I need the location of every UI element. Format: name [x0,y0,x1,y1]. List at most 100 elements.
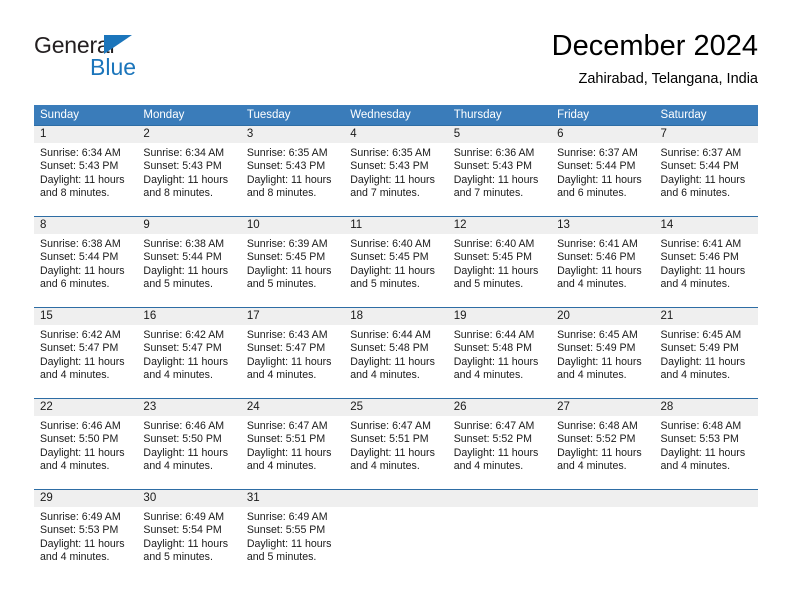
daylight-text-line2: and 6 minutes. [557,187,627,200]
day-cell[interactable]: 14 Sunrise: 6:41 AM Sunset: 5:46 PM Dayl… [654,216,758,308]
daylight-text-line1: Daylight: 11 hours [350,446,435,459]
day-cell[interactable]: 20 Sunrise: 6:45 AM Sunset: 5:49 PM Dayl… [551,307,655,399]
day-details: Sunrise: 6:47 AM Sunset: 5:52 PM Dayligh… [448,416,551,474]
calendar-grid: Sunday Monday Tuesday Wednesday Thursday… [34,105,758,580]
daylight-text-line2: and 4 minutes. [660,369,731,382]
sunrise-text: Sunrise: 6:34 AM [40,147,121,159]
day-number: 13 [551,217,655,234]
day-details: Sunrise: 6:37 AM Sunset: 5:44 PM Dayligh… [551,143,654,201]
day-cell[interactable]: 26 Sunrise: 6:47 AM Sunset: 5:52 PM Dayl… [447,398,552,490]
day-number: 24 [240,399,345,416]
day-details: Sunrise: 6:44 AM Sunset: 5:48 PM Dayligh… [344,325,447,383]
day-details: Sunrise: 6:43 AM Sunset: 5:47 PM Dayligh… [241,325,344,383]
daylight-text-line1: Daylight: 11 hours [660,355,746,368]
day-cell[interactable]: 5 Sunrise: 6:36 AM Sunset: 5:43 PM Dayli… [447,125,552,217]
day-cell[interactable]: 10 Sunrise: 6:39 AM Sunset: 5:45 PM Dayl… [240,216,345,308]
page-title: December 2024 [551,30,758,62]
sunrise-text: Sunrise: 6:47 AM [453,420,535,432]
day-cell[interactable]: 19 Sunrise: 6:44 AM Sunset: 5:48 PM Dayl… [447,307,552,399]
day-details [448,507,551,511]
sunset-text: Sunset: 5:44 PM [143,251,222,264]
day-number [447,490,552,507]
sunset-text: Sunset: 5:45 PM [350,251,429,264]
daylight-text-line2: and 4 minutes. [660,460,731,473]
sunrise-text: Sunrise: 6:41 AM [660,238,742,250]
daylight-text-line1: Daylight: 11 hours [246,264,332,277]
day-cell[interactable]: 29 Sunrise: 6:49 AM Sunset: 5:53 PM Dayl… [34,489,138,580]
sunrise-text: Sunrise: 6:46 AM [143,420,225,432]
sunset-text: Sunset: 5:43 PM [40,160,119,173]
day-details: Sunrise: 6:35 AM Sunset: 5:43 PM Dayligh… [241,143,344,201]
day-cell[interactable]: 24 Sunrise: 6:47 AM Sunset: 5:51 PM Dayl… [240,398,345,490]
day-number: 30 [137,490,241,507]
day-cell[interactable]: 27 Sunrise: 6:48 AM Sunset: 5:52 PM Dayl… [551,398,655,490]
sunrise-text: Sunrise: 6:47 AM [350,420,431,432]
day-number: 11 [344,217,448,234]
day-cell[interactable]: 3 Sunrise: 6:35 AM Sunset: 5:43 PM Dayli… [240,125,345,217]
day-cell[interactable]: 7 Sunrise: 6:37 AM Sunset: 5:44 PM Dayli… [654,125,758,217]
weekday-header-monday: Monday [137,105,241,126]
day-cell[interactable]: 25 Sunrise: 6:47 AM Sunset: 5:51 PM Dayl… [344,398,448,490]
day-cell[interactable]: 2 Sunrise: 6:34 AM Sunset: 5:43 PM Dayli… [137,125,241,217]
day-cell[interactable]: 1 Sunrise: 6:34 AM Sunset: 5:43 PM Dayli… [34,125,138,217]
day-cell[interactable]: 12 Sunrise: 6:40 AM Sunset: 5:45 PM Dayl… [447,216,552,308]
daylight-text-line2: and 4 minutes. [143,460,213,473]
day-cell[interactable]: 9 Sunrise: 6:38 AM Sunset: 5:44 PM Dayli… [137,216,241,308]
day-cell-empty [551,489,655,580]
day-cell[interactable]: 31 Sunrise: 6:49 AM Sunset: 5:55 PM Dayl… [240,489,345,580]
day-cell[interactable]: 21 Sunrise: 6:45 AM Sunset: 5:49 PM Dayl… [654,307,758,399]
day-details: Sunrise: 6:45 AM Sunset: 5:49 PM Dayligh… [551,325,654,383]
daylight-text-line2: and 5 minutes. [143,278,213,291]
sunrise-text: Sunrise: 6:49 AM [40,511,121,523]
day-number [344,490,448,507]
daylight-text-line2: and 8 minutes. [246,187,317,200]
daylight-text-line1: Daylight: 11 hours [660,264,746,277]
day-number: 5 [447,126,552,143]
day-cell[interactable]: 11 Sunrise: 6:40 AM Sunset: 5:45 PM Dayl… [344,216,448,308]
general-blue-logo[interactable]: General Blue [34,32,234,90]
day-number: 4 [344,126,448,143]
daylight-text-line2: and 4 minutes. [40,551,110,564]
sunset-text: Sunset: 5:45 PM [453,251,533,264]
day-details: Sunrise: 6:46 AM Sunset: 5:50 PM Dayligh… [34,416,137,474]
day-cell[interactable]: 4 Sunrise: 6:35 AM Sunset: 5:43 PM Dayli… [344,125,448,217]
day-details: Sunrise: 6:39 AM Sunset: 5:45 PM Dayligh… [241,234,344,292]
daylight-text-line2: and 5 minutes. [350,278,420,291]
daylight-text-line2: and 4 minutes. [453,369,524,382]
day-number: 20 [551,308,655,325]
daylight-text-line1: Daylight: 11 hours [40,446,125,459]
sunrise-text: Sunrise: 6:37 AM [660,147,742,159]
day-number: 15 [34,308,138,325]
day-cell[interactable]: 17 Sunrise: 6:43 AM Sunset: 5:47 PM Dayl… [240,307,345,399]
sunrise-text: Sunrise: 6:48 AM [557,420,638,432]
day-cell[interactable]: 16 Sunrise: 6:42 AM Sunset: 5:47 PM Dayl… [137,307,241,399]
sunset-text: Sunset: 5:51 PM [246,433,326,446]
sunrise-text: Sunrise: 6:42 AM [143,329,225,341]
sunset-text: Sunset: 5:47 PM [143,342,222,355]
sunset-text: Sunset: 5:53 PM [40,524,119,537]
daylight-text-line2: and 4 minutes. [557,369,627,382]
day-cell[interactable]: 15 Sunrise: 6:42 AM Sunset: 5:47 PM Dayl… [34,307,138,399]
day-cell[interactable]: 22 Sunrise: 6:46 AM Sunset: 5:50 PM Dayl… [34,398,138,490]
daylight-text-line1: Daylight: 11 hours [350,264,435,277]
day-details: Sunrise: 6:38 AM Sunset: 5:44 PM Dayligh… [34,234,137,292]
day-number: 10 [240,217,345,234]
day-cell[interactable]: 28 Sunrise: 6:48 AM Sunset: 5:53 PM Dayl… [654,398,758,490]
sunset-text: Sunset: 5:47 PM [40,342,119,355]
day-cell[interactable]: 8 Sunrise: 6:38 AM Sunset: 5:44 PM Dayli… [34,216,138,308]
day-number: 28 [654,399,758,416]
day-details: Sunrise: 6:47 AM Sunset: 5:51 PM Dayligh… [344,416,447,474]
day-cell[interactable]: 23 Sunrise: 6:46 AM Sunset: 5:50 PM Dayl… [137,398,241,490]
day-cell[interactable]: 13 Sunrise: 6:41 AM Sunset: 5:46 PM Dayl… [551,216,655,308]
sunset-text: Sunset: 5:43 PM [350,160,429,173]
day-cell[interactable]: 6 Sunrise: 6:37 AM Sunset: 5:44 PM Dayli… [551,125,655,217]
calendar-body: 1 Sunrise: 6:34 AM Sunset: 5:43 PM Dayli… [34,125,758,580]
day-number: 27 [551,399,655,416]
day-cell[interactable]: 18 Sunrise: 6:44 AM Sunset: 5:48 PM Dayl… [344,307,448,399]
week-row: 1 Sunrise: 6:34 AM Sunset: 5:43 PM Dayli… [34,125,758,217]
day-cell[interactable]: 30 Sunrise: 6:49 AM Sunset: 5:54 PM Dayl… [137,489,241,580]
daylight-text-line1: Daylight: 11 hours [557,264,642,277]
day-number: 17 [240,308,345,325]
day-number: 23 [137,399,241,416]
day-number: 22 [34,399,138,416]
